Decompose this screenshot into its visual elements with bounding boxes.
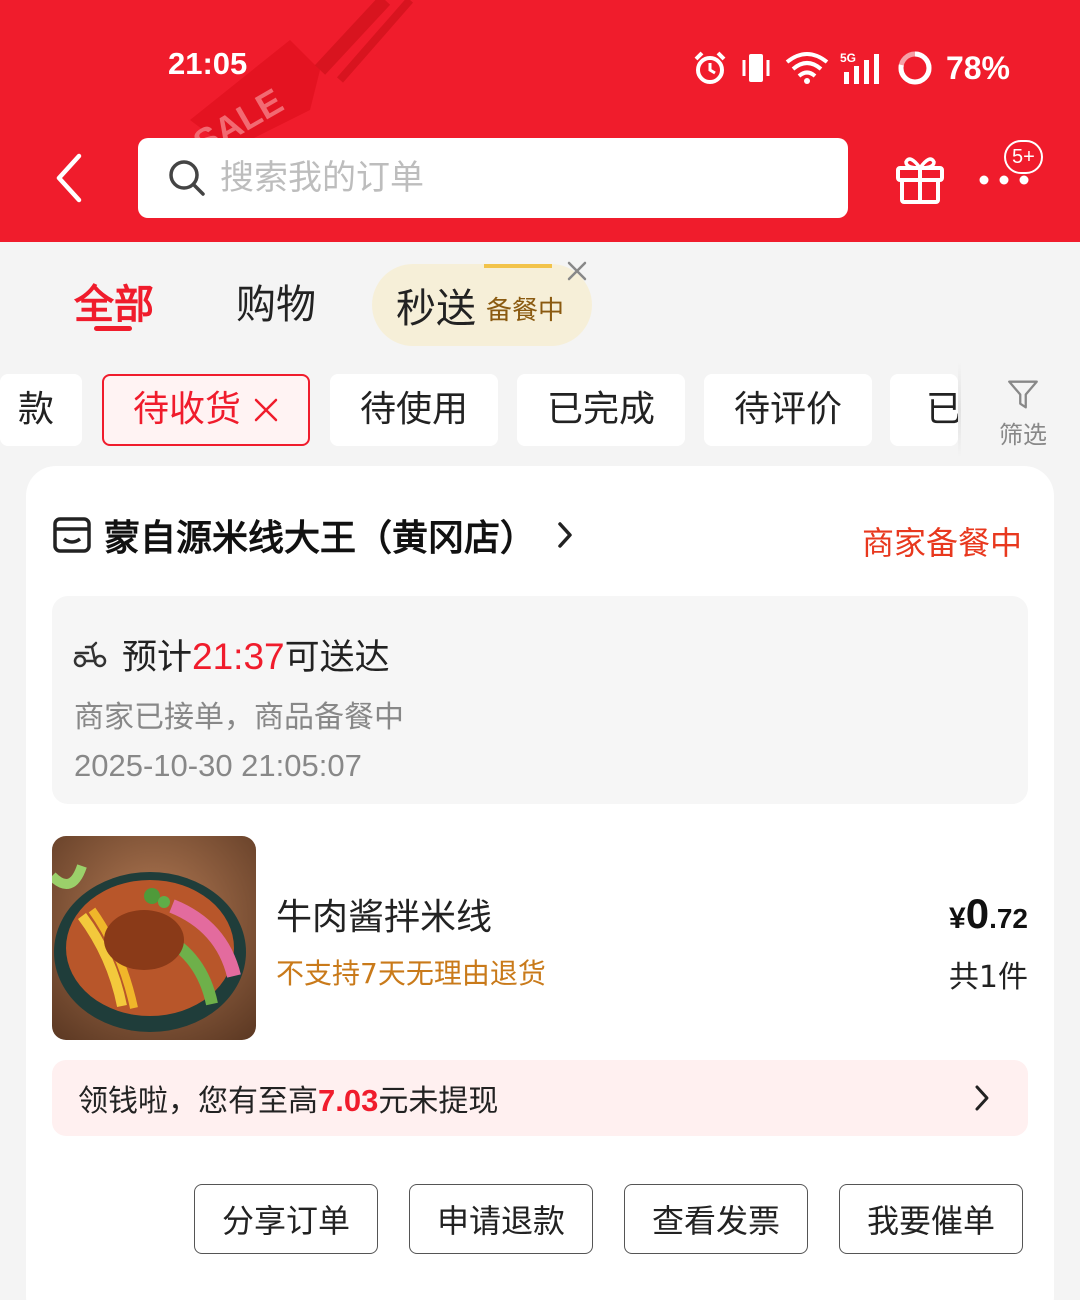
chevron-right-icon	[975, 1085, 989, 1111]
alarm-icon	[694, 51, 726, 84]
chevron-left-icon	[56, 153, 82, 203]
search-icon	[169, 160, 205, 196]
battery-percent: 78%	[945, 49, 1010, 86]
filter-chip-to-use[interactable]: 待使用	[330, 374, 498, 446]
tab-express[interactable]: 秒送 备餐中	[372, 264, 592, 346]
progress-text: 商家已接单，商品备餐中	[74, 700, 404, 735]
cash-withdraw-banner[interactable]: 领钱啦，您有至高7.03元未提现	[52, 1060, 1028, 1136]
vibrate-icon	[742, 54, 770, 82]
svg-text:5G: 5G	[840, 51, 856, 65]
scooter-icon	[73, 641, 107, 668]
currency-symbol: ¥	[949, 902, 966, 935]
request-refund-button[interactable]: 申请退款	[409, 1184, 593, 1254]
price-integer: 0	[965, 890, 990, 937]
wifi-icon	[785, 52, 829, 84]
message-count-badge: 5+	[1004, 140, 1043, 174]
product-price: ¥ 0 .72	[949, 890, 1028, 938]
tab-active-indicator	[94, 326, 132, 331]
pill-highlight-line	[484, 264, 552, 268]
product-name[interactable]: 牛肉酱拌米线	[276, 888, 492, 940]
funnel-icon	[1008, 380, 1038, 409]
chip-label: 已	[926, 389, 958, 430]
cash-prefix: 领钱啦，您有至高	[78, 1084, 318, 1119]
order-status: 商家备餐中	[861, 524, 1022, 562]
price-decimal: .72	[989, 903, 1028, 934]
cash-amount: 7.03	[318, 1083, 379, 1118]
filter-label: 筛选	[999, 421, 1047, 449]
urge-order-button[interactable]: 我要催单	[839, 1184, 1023, 1254]
product-image[interactable]	[52, 836, 256, 1040]
tab-all[interactable]: 全部	[74, 272, 154, 330]
cash-suffix: 元未提现	[378, 1084, 499, 1119]
eta-text: 预计21:37可送达	[122, 629, 390, 680]
share-order-button[interactable]: 分享订单	[194, 1184, 378, 1254]
search-input[interactable]	[220, 158, 780, 198]
status-time: 21:05	[168, 46, 248, 81]
cash-banner-text: 领钱啦，您有至高7.03元未提现	[78, 1076, 498, 1120]
filter-chip-completed[interactable]: 已完成	[517, 374, 685, 446]
tab-express-status: 备餐中	[486, 295, 565, 326]
chip-divider	[958, 362, 961, 458]
filter-chip-partial-left[interactable]: 款	[0, 374, 82, 446]
chip-label: 款	[18, 389, 55, 430]
view-invoice-button[interactable]: 查看发票	[624, 1184, 808, 1254]
filter-button[interactable]: 筛选	[990, 378, 1056, 450]
store-header[interactable]: 蒙自源米线大王（黄冈店）	[52, 510, 576, 560]
header-bar: SALE 21:05 5G 78% 搜索我的订单 5+	[0, 0, 1080, 242]
tab-express-label: 秒送	[396, 286, 476, 332]
eta-time: 21:37	[192, 635, 285, 677]
chevron-right-icon	[558, 522, 572, 548]
back-button[interactable]	[44, 148, 92, 208]
order-card[interactable]: 蒙自源米线大王（黄冈店） 商家备餐中 预计21:37可送达 商家已接单，商品备餐…	[26, 466, 1054, 1300]
status-icons: 5G 78%	[692, 44, 1010, 92]
tab-shopping[interactable]: 购物	[236, 272, 316, 330]
battery-ring-icon	[898, 51, 932, 85]
filter-chip-partial-right[interactable]: 已	[890, 374, 958, 446]
noodle-bowl-image	[52, 836, 256, 1040]
store-name: 蒙自源米线大王（黄冈店）	[104, 518, 537, 559]
gift-icon[interactable]	[892, 150, 948, 206]
eta-suffix: 可送达	[284, 637, 390, 678]
eta-prefix: 预计	[122, 637, 193, 678]
delivery-info-box[interactable]: 预计21:37可送达 商家已接单，商品备餐中 2025-10-30 21:05:…	[52, 596, 1028, 804]
progress-timestamp: 2025-10-30 21:05:07	[74, 748, 362, 783]
close-icon[interactable]	[253, 397, 279, 423]
store-icon	[53, 517, 91, 553]
eta-row: 预计21:37可送达	[72, 630, 390, 678]
filter-chip-to-review[interactable]: 待评价	[704, 374, 872, 446]
search-box[interactable]	[138, 138, 848, 218]
return-policy-note: 不支持7天无理由退货	[276, 957, 546, 990]
status-filter-bar: 款 待收货 待使用 已完成 待评价 已 筛选	[0, 362, 1080, 458]
product-quantity: 共1件	[948, 960, 1028, 995]
chip-label: 待收货	[132, 389, 241, 430]
filter-chip-to-receive[interactable]: 待收货	[102, 374, 310, 446]
close-icon[interactable]	[566, 260, 588, 282]
more-dots-icon	[979, 175, 1029, 185]
order-type-tabs: 全部 购物 秒送 备餐中	[0, 242, 1080, 354]
5g-signal-icon: 5G	[840, 51, 879, 84]
